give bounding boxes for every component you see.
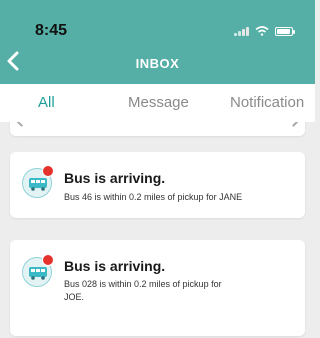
list-item-partial[interactable] bbox=[10, 122, 305, 136]
notification-title: Bus is arriving. bbox=[64, 170, 166, 186]
header-bar: 8:45 INBOX bbox=[0, 0, 315, 84]
notification-card[interactable]: Bus is arriving. Bus 46 is within 0.2 mi… bbox=[10, 152, 305, 218]
notification-body: Bus 028 is within 0.2 miles of pickup fo… bbox=[64, 279, 222, 302]
bus-icon bbox=[29, 178, 47, 191]
bus-icon bbox=[29, 267, 47, 280]
tab-bar: All Message Notification bbox=[0, 84, 315, 122]
unread-dot bbox=[42, 165, 54, 177]
notification-list[interactable]: Bus is arriving. Bus 46 is within 0.2 mi… bbox=[0, 122, 315, 338]
chevron-left-icon bbox=[15, 122, 28, 127]
wifi-icon bbox=[255, 26, 269, 36]
status-time: 8:45 bbox=[35, 22, 68, 39]
tab-message[interactable]: Message bbox=[128, 94, 189, 111]
notification-title: Bus is arriving. bbox=[64, 258, 166, 274]
notification-card[interactable]: Bus is arriving. Bus 028 is within 0.2 m… bbox=[10, 240, 305, 336]
tab-notification[interactable]: Notification bbox=[230, 94, 304, 111]
status-icons bbox=[234, 24, 295, 36]
notification-body: Bus 46 is within 0.2 miles of pickup for… bbox=[64, 192, 243, 202]
bus-notification-icon bbox=[22, 165, 54, 198]
signal-icon bbox=[234, 27, 249, 36]
tab-all[interactable]: All bbox=[38, 94, 55, 111]
chevron-right-icon bbox=[287, 122, 300, 127]
page-title: INBOX bbox=[135, 56, 180, 71]
bus-notification-icon bbox=[22, 254, 54, 287]
unread-dot bbox=[42, 254, 54, 266]
battery-icon bbox=[275, 27, 295, 36]
